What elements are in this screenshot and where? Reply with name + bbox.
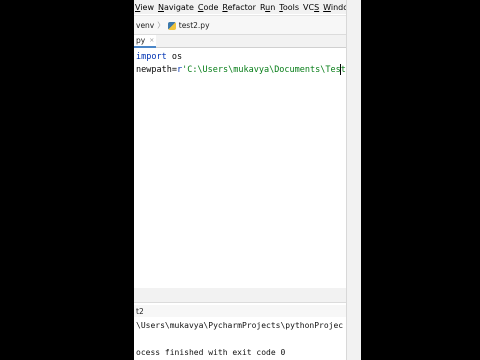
bottom-tool-strip: [134, 288, 346, 303]
ide-window: View Navigate Code Refactor Run Tools VC…: [134, 0, 346, 360]
menu-tools[interactable]: Tools: [279, 3, 303, 12]
menu-mnemonic: N: [157, 2, 164, 12]
menu-mnemonic: V: [135, 2, 141, 12]
menu-mnemonic: R: [222, 2, 228, 12]
editor-tab-bar: py ×: [134, 35, 346, 48]
menu-window[interactable]: Window: [323, 3, 346, 12]
menu-mnemonic: W: [323, 2, 331, 12]
editor-tab-label: py: [136, 36, 146, 45]
code-identifier: os: [171, 52, 183, 62]
navigation-bar: venv 〉 test2.py: [134, 15, 346, 35]
python-file-icon: [167, 21, 176, 30]
console-line-1: \Users\mukavya\PycharmProjects\pythonPro…: [136, 321, 344, 330]
menu-view[interactable]: View: [134, 3, 158, 12]
menu-mnemonic: u: [265, 2, 271, 12]
breadcrumb-folder[interactable]: venv: [136, 21, 154, 30]
text-caret: [340, 64, 341, 75]
console-line-2: ocess finished with exit code 0: [136, 348, 286, 357]
close-icon[interactable]: ×: [149, 37, 154, 44]
code-identifier: newpath: [136, 65, 172, 75]
right-scrollbar-strip[interactable]: [346, 0, 361, 360]
code-keyword: import: [136, 52, 167, 62]
code-string: 'C:\Users\mukavya\Documents\Test': [182, 65, 346, 75]
breadcrumb-file[interactable]: test2.py: [167, 20, 210, 30]
breadcrumb-separator: 〉: [157, 20, 165, 30]
code-editor[interactable]: import os newpath=r'C:\Users\mukavya\Doc…: [134, 48, 346, 288]
menu-vcs[interactable]: VCS: [303, 3, 323, 12]
menu-refactor[interactable]: Refactor: [222, 3, 260, 12]
menu-mnemonic: T: [279, 2, 283, 12]
menu-mnemonic: S: [314, 2, 320, 12]
menu-navigate[interactable]: Navigate: [158, 3, 198, 12]
menu-run[interactable]: Run: [260, 3, 279, 12]
code-line-2: newpath=r'C:\Users\mukavya\Documents\Tes…: [136, 65, 346, 75]
run-panel-header: t2: [134, 305, 346, 317]
menu-code[interactable]: Code: [198, 3, 223, 12]
menu-mnemonic: C: [197, 2, 204, 12]
breadcrumb-file-label: test2.py: [178, 20, 210, 30]
menu-bar: View Navigate Code Refactor Run Tools VC…: [134, 0, 346, 14]
editor-tab-test2[interactable]: py ×: [134, 35, 156, 48]
code-line-1: import os: [136, 52, 182, 62]
run-console[interactable]: \Users\mukavya\PycharmProjects\pythonPro…: [134, 317, 346, 360]
run-config-label[interactable]: t2: [136, 307, 144, 316]
